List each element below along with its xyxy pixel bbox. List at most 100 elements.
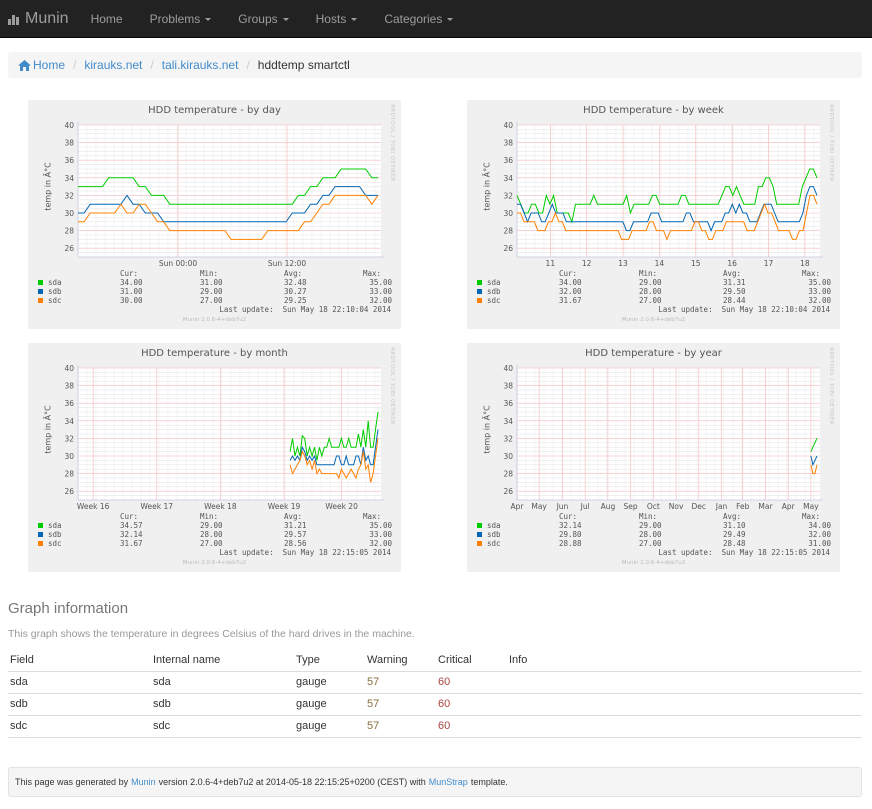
legend-name: sdb (487, 530, 501, 539)
nav-problems-label: Problems (149, 11, 201, 26)
legend-value-max: 35.00 (369, 278, 392, 287)
legend-value-cur: 31.67 (120, 539, 143, 548)
y-tick-label: 40 (503, 121, 513, 130)
legend-value-cur: 32.14 (120, 530, 143, 539)
cell-info (507, 671, 862, 694)
cell-critical: 60 (436, 693, 507, 716)
cell-field: sdb (8, 693, 151, 716)
legend-value-avg: 31.21 (284, 521, 307, 530)
graph-year[interactable]: HDD temperature - by year temp in Â°C RRDT… (467, 343, 840, 572)
col-critical: Critical (436, 649, 507, 672)
breadcrumb-domain[interactable]: kirauks.net (84, 58, 142, 72)
fields-table: Field Internal name Type Warning Critica… (8, 649, 862, 738)
legend-value-min: 29.00 (639, 521, 662, 530)
munin-link[interactable]: Munin (131, 777, 156, 787)
legend-value-avg: 29.50 (723, 287, 746, 296)
nav-categories[interactable]: Categories (384, 11, 454, 26)
breadcrumb-host[interactable]: tali.kirauks.net (162, 58, 239, 72)
table-row: sdc sdc gauge 57 60 (8, 715, 862, 738)
legend-value-min: 29.00 (200, 287, 223, 296)
nav-home[interactable]: Home (91, 12, 123, 26)
x-tick-label: 14 (655, 259, 665, 268)
nav-problems[interactable]: Problems (150, 12, 212, 26)
footer: This page was generated by Munin version… (8, 767, 862, 797)
legend-value-max: 32.00 (369, 539, 392, 548)
col-warning: Warning (365, 649, 436, 672)
legend-value-min: 27.00 (639, 539, 662, 548)
legend-name: sdc (48, 539, 62, 548)
legend-header-min: Min: (639, 512, 658, 521)
x-tick-label: May (803, 502, 819, 511)
legend-swatch-sdc (38, 298, 43, 303)
x-tick-label: Feb (736, 502, 750, 511)
cell-type: gauge (294, 693, 365, 716)
x-tick-label: Week 20 (325, 502, 358, 511)
y-tick-label: 32 (64, 434, 74, 443)
x-tick-label: 11 (546, 259, 556, 268)
legend-value-cur: 34.00 (559, 278, 582, 287)
legend-value-cur: 34.57 (120, 521, 143, 530)
nav-groups[interactable]: Groups (238, 12, 289, 26)
legend-swatch-sdc (38, 541, 43, 546)
legend-value-max: 32.00 (369, 296, 392, 305)
cell-warning: 57 (365, 715, 436, 738)
x-tick-label: Jun (556, 502, 569, 511)
x-tick-label: Week 16 (77, 502, 110, 511)
legend-value-max: 32.00 (808, 530, 831, 539)
y-tick-label: 36 (503, 156, 513, 165)
legend-swatch-sdb (38, 289, 43, 294)
nav-hosts[interactable]: Hosts (316, 12, 358, 26)
y-tick-label: 40 (503, 364, 513, 373)
x-tick-label: 18 (800, 259, 810, 268)
footer-text: template. (470, 777, 508, 787)
y-tick-label: 28 (503, 227, 513, 236)
legend-value-max: 34.00 (808, 521, 831, 530)
legend-header-avg: Avg: (284, 269, 303, 278)
legend-swatch-sdc (477, 541, 482, 546)
breadcrumb-home-label: Home (33, 58, 66, 72)
x-tick-label: 12 (582, 259, 592, 268)
legend-swatch-sdb (38, 532, 43, 537)
table-header-row: Field Internal name Type Warning Critica… (8, 649, 862, 672)
munstrap-link[interactable]: MunStrap (429, 777, 468, 787)
legend-value-min: 28.00 (200, 530, 223, 539)
nav-categories-label: Categories (384, 11, 443, 26)
y-tick-label: 32 (503, 434, 513, 443)
graph-day[interactable]: HDD temperature - by day temp in Â°C RRDTO… (28, 100, 401, 329)
legend-swatch-sda (477, 523, 482, 528)
legend-value-avg: 30.27 (284, 287, 307, 296)
cell-warning: 57 (365, 671, 436, 694)
legend-header-avg: Avg: (284, 512, 303, 521)
y-tick-label: 32 (64, 191, 74, 200)
graph-month[interactable]: HDD temperature - by month temp in Â°C RRD… (28, 343, 401, 572)
munin-version: Munin 2.0.6-4+deb7u2 (621, 560, 686, 566)
col-internal-name: Internal name (151, 649, 294, 672)
munin-version: Munin 2.0.6-4+deb7u2 (182, 317, 247, 323)
navbar: Munin Home Problems Groups Hosts Categor… (0, 0, 872, 38)
breadcrumb-separator: / (246, 58, 250, 72)
footer-text: version 2.0.6-4+deb7u2 at 2014-05-18 22:… (158, 777, 426, 787)
legend-header-cur: Cur: (559, 269, 578, 278)
col-type: Type (294, 649, 365, 672)
legend-value-max: 33.00 (369, 287, 392, 296)
legend-value-min: 31.00 (200, 278, 223, 287)
legend-header-cur: Cur: (120, 269, 139, 278)
breadcrumb-active: hddtemp smartctl (257, 58, 350, 72)
brand-link[interactable]: Munin (8, 10, 69, 28)
legend-value-avg: 28.48 (723, 539, 746, 548)
legend-name: sda (487, 278, 501, 287)
last-update: Last update: Sun May 18 22:10:04 2014 (219, 305, 391, 314)
graph-week[interactable]: HDD temperature - by week temp in Â°C RRDT… (467, 100, 840, 329)
breadcrumb: Home / kirauks.net / tali.kirauks.net / … (8, 52, 862, 78)
cell-type: gauge (294, 671, 365, 694)
y-tick-label: 34 (503, 174, 513, 183)
y-tick-label: 38 (64, 139, 74, 148)
legend-header-max: Max: (802, 512, 821, 521)
x-tick-label: Oct (647, 502, 660, 511)
legend-name: sdc (48, 296, 62, 305)
brand-label: Munin (25, 9, 69, 27)
legend-value-max: 35.00 (808, 278, 831, 287)
breadcrumb-home[interactable]: Home (18, 58, 65, 72)
cell-internal-name: sdb (151, 693, 294, 716)
legend-value-min: 29.00 (639, 278, 662, 287)
